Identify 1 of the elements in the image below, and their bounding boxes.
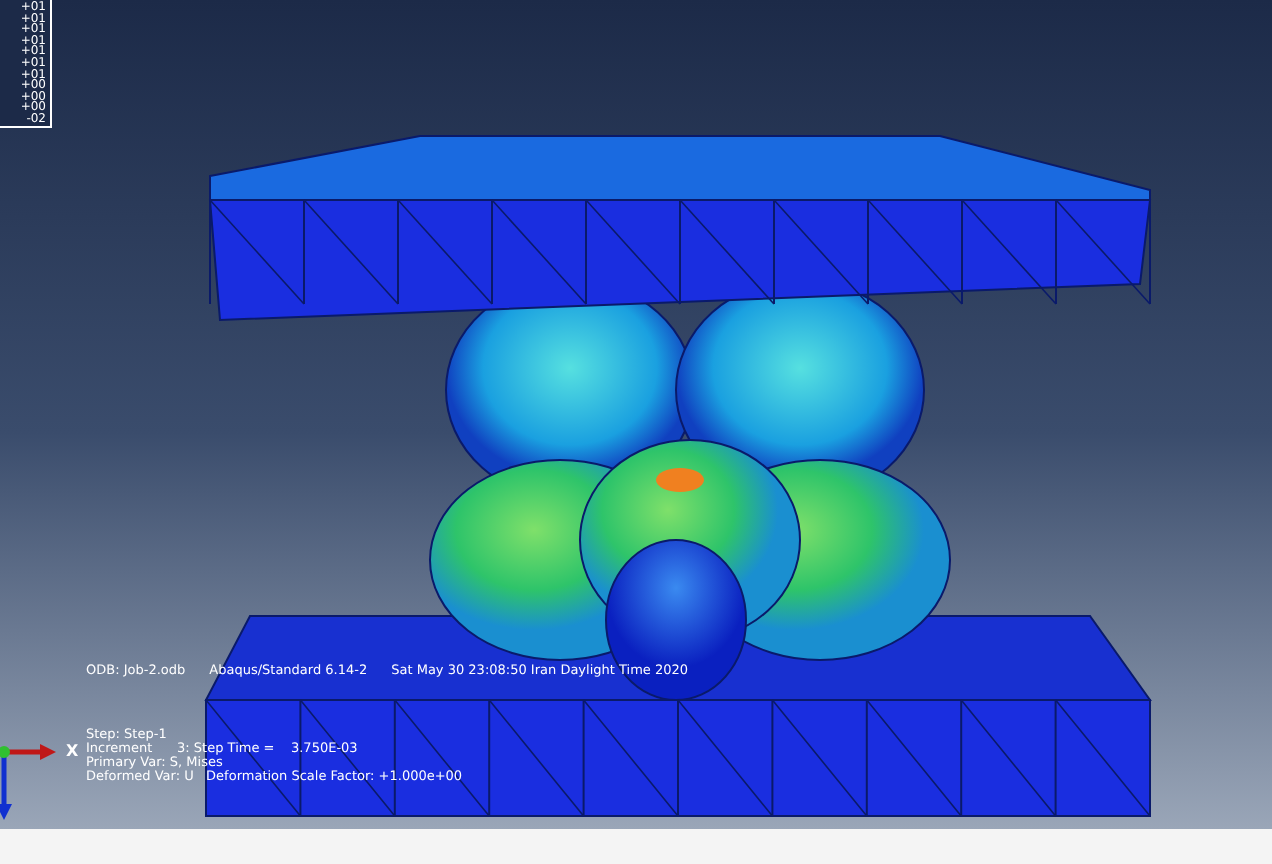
axis-label: X <box>66 740 79 764</box>
